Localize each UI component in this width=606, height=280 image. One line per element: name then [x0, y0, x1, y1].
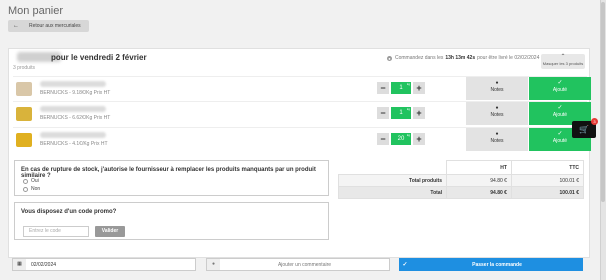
option-no-label: Non — [31, 186, 41, 192]
increase-quantity-button[interactable]: + — [413, 82, 425, 94]
delivery-date-value: 02/02/2024 — [31, 261, 57, 268]
calendar-icon: ▦ — [13, 259, 26, 270]
table-row: Total produits 94.80 € 100.01 € — [338, 174, 585, 187]
scrollbar-track[interactable] — [600, 0, 606, 280]
hide-products-label: Masquer les 3 produits — [542, 61, 584, 66]
quantity-value: 1 — [399, 85, 403, 91]
notes-label: Notes — [490, 112, 504, 118]
table-row: Total 94.80 € 100.01 € — [338, 186, 585, 199]
validate-promo-button[interactable]: Valider — [95, 226, 125, 237]
stockout-panel: En cas de rupture de stock, j'autorise l… — [14, 160, 329, 196]
product-name-redacted — [40, 106, 106, 112]
check-icon: ✓ — [557, 80, 563, 86]
chevron-up-icon: ⌃ — [560, 54, 566, 60]
quantity-input[interactable]: 1 kg — [391, 107, 411, 119]
product-name-redacted — [40, 81, 106, 87]
delivery-date-field[interactable]: ▦ 02/02/2024 — [12, 258, 196, 271]
check-icon: ✓ — [402, 262, 408, 268]
notes-button[interactable]: ● Notes — [466, 77, 528, 100]
increase-quantity-button[interactable]: + — [413, 107, 425, 119]
added-button[interactable]: ✓ Ajouté — [529, 77, 591, 100]
comment-icon: ● — [495, 80, 499, 86]
total-ttc: 100.01 € — [510, 186, 585, 199]
promo-panel: Vous disposez d'un code promo? Entrez le… — [14, 202, 329, 240]
clock-icon: ● — [387, 55, 392, 61]
product-count: 3 produits — [13, 65, 35, 71]
product-image — [16, 82, 32, 96]
place-order-button[interactable]: ✓ Passer la commande — [399, 258, 583, 271]
cart-count-badge: 3 — [591, 118, 598, 125]
product-meta: BERNUCKS - 9.18€/Kg Prix HT — [40, 90, 111, 96]
delivery-title: pour le vendredi 2 février — [51, 53, 147, 62]
stockout-option-yes[interactable]: Oui — [23, 178, 39, 184]
arrow-left-icon: ← — [13, 23, 19, 29]
total-ht: 94.80 € — [446, 186, 512, 199]
quantity-value: 1 — [399, 110, 403, 116]
option-yes-label: Oui — [31, 178, 39, 184]
stockout-question: En cas de rupture de stock, j'autorise l… — [21, 167, 316, 179]
comment-field[interactable]: ● Ajouter un commentaire — [206, 258, 390, 271]
decrease-quantity-button[interactable]: − — [377, 133, 389, 145]
product-meta: BERNUCKS - 4.1€/Kg Prix HT — [40, 141, 108, 147]
back-to-catalog-button[interactable]: ← Retour aux mercuriales — [8, 20, 89, 32]
quantity-stepper: − 20 kg + — [377, 133, 425, 145]
product-row: BERNUCKS - 9.18€/Kg Prix HT − 1 kg + ● No… — [13, 76, 591, 100]
quantity-unit: kg — [406, 133, 410, 137]
quantity-stepper: − 1 kg + — [377, 107, 425, 119]
notes-button[interactable]: ● Notes — [466, 128, 528, 151]
back-button-label: Retour aux mercuriales — [29, 23, 81, 29]
product-meta: BERNUCKS - 6.62€/Kg Prix HT — [40, 115, 111, 121]
floating-cart-button[interactable]: 🛒 3 — [572, 118, 598, 138]
totals-header-empty — [338, 160, 447, 175]
notes-button[interactable]: ● Notes — [466, 102, 528, 125]
promo-question: Vous disposez d'un code promo? — [21, 209, 117, 215]
product-row: BERNUCKS - 4.1€/Kg Prix HT − 20 kg + ● No… — [13, 127, 591, 151]
header-ht: HT — [446, 160, 512, 175]
quantity-unit: kg — [406, 82, 410, 86]
cart-icon: 🛒 — [579, 125, 589, 134]
comment-icon: ● — [495, 105, 499, 111]
comment-icon: ● — [495, 131, 499, 137]
total-products-label: Total produits — [338, 174, 447, 187]
order-cutoff-notice: ● Commandez dans les 13h 13m 42s pour êt… — [387, 55, 539, 61]
check-icon: ✓ — [557, 105, 563, 111]
cutoff-time: 13h 13m 42s — [445, 55, 476, 61]
increase-quantity-button[interactable]: + — [413, 133, 425, 145]
product-row: BERNUCKS - 6.62€/Kg Prix HT − 1 kg + ● No… — [13, 101, 591, 125]
totals-table: HT TTC Total produits 94.80 € 100.01 € T… — [338, 160, 585, 199]
stockout-option-no[interactable]: Non — [23, 186, 40, 192]
total-products-ht: 94.80 € — [446, 174, 512, 187]
page-title: Mon panier — [8, 5, 64, 17]
scrollbar-thumb[interactable] — [601, 2, 605, 202]
promo-code-input[interactable]: Entrez le code — [23, 226, 89, 237]
quantity-stepper: − 1 kg + — [377, 82, 425, 94]
total-products-ttc: 100.01 € — [510, 174, 585, 187]
hide-products-button[interactable]: ⌃ Masquer les 3 produits — [541, 54, 585, 69]
notes-label: Notes — [490, 87, 504, 93]
product-image — [16, 133, 32, 147]
added-label: Ajouté — [552, 112, 568, 118]
decrease-quantity-button[interactable]: − — [377, 82, 389, 94]
added-label: Ajouté — [552, 138, 568, 144]
cutoff-suffix: pour être livré le 02/02/2024 — [477, 55, 540, 61]
quantity-input[interactable]: 20 kg — [391, 133, 411, 145]
quantity-value: 20 — [397, 136, 405, 142]
quantity-unit: kg — [406, 107, 410, 111]
header-ttc: TTC — [510, 160, 585, 175]
product-name-redacted — [40, 132, 106, 138]
total-label: Total — [338, 186, 447, 199]
product-image — [16, 107, 32, 121]
notes-label: Notes — [490, 138, 504, 144]
added-label: Ajouté — [552, 87, 568, 93]
place-order-label: Passer la commande — [472, 261, 522, 268]
cutoff-prefix: Commandez dans les — [395, 55, 444, 61]
radio-icon — [23, 186, 28, 192]
decrease-quantity-button[interactable]: − — [377, 107, 389, 119]
comment-placeholder: Ajouter un commentaire — [277, 261, 332, 268]
comment-icon: ● — [207, 259, 220, 270]
radio-icon — [23, 178, 28, 184]
quantity-input[interactable]: 1 kg — [391, 82, 411, 94]
